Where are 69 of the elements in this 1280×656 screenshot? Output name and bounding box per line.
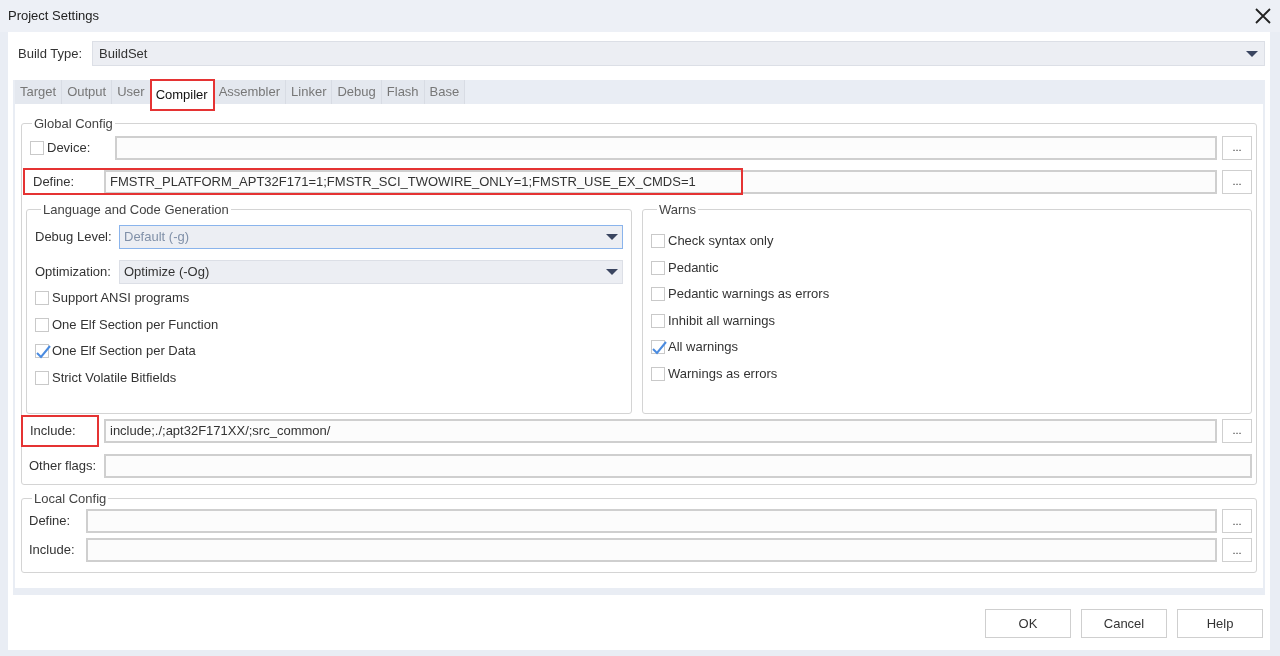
field-label: Other flags: xyxy=(28,456,98,475)
group-title: Local Config xyxy=(33,489,108,508)
browse-button[interactable]: ... xyxy=(1222,509,1252,533)
browse-button[interactable]: ... xyxy=(1222,538,1252,562)
field-label: Define: xyxy=(32,172,76,191)
checkbox-label: Check syntax only xyxy=(668,232,774,251)
checkbox[interactable] xyxy=(35,317,49,332)
browse-button[interactable]: ... xyxy=(1222,169,1252,194)
tab[interactable]: Debug xyxy=(332,80,382,104)
checkbox[interactable] xyxy=(651,313,665,328)
tab[interactable]: Assembler xyxy=(213,80,287,104)
checkbox-label: Pedantic xyxy=(668,258,719,277)
field-label: Build Type: xyxy=(18,44,84,63)
dropdown-value: Default (-g) xyxy=(124,228,190,247)
group-title: Language and Code Generation xyxy=(42,200,230,219)
dropdown[interactable]: BuildSet xyxy=(92,41,1265,66)
caret-icon xyxy=(606,269,618,275)
checkbox-label: Pedantic warnings as errors xyxy=(668,285,830,304)
caret-icon xyxy=(606,234,618,240)
tab[interactable]: Target xyxy=(15,80,63,104)
checkmark-icon xyxy=(652,341,667,355)
field-label: Optimization: xyxy=(35,263,112,282)
dropdown[interactable]: Optimize (-Og) xyxy=(119,260,623,284)
checkbox[interactable] xyxy=(35,344,49,358)
checkbox[interactable] xyxy=(651,260,665,275)
input-field[interactable]: FMSTR_PLATFORM_APT32F171=1;FMSTR_SCI_TWOWIRE_ONLY=1;FMSTR_USE_EX_CMDS=1 xyxy=(104,169,1217,194)
checkbox-label: One Elf Section per Function xyxy=(52,315,219,334)
window-title: Project Settings xyxy=(8,7,100,26)
input-field[interactable] xyxy=(104,453,1252,478)
field-label: Include: xyxy=(28,541,76,560)
checkbox[interactable] xyxy=(30,140,44,155)
tab[interactable]: Compiler xyxy=(150,80,214,110)
input-field[interactable]: include;./;apt32F171XX/;src_common/ xyxy=(104,418,1217,443)
group-title: Global Config xyxy=(33,115,114,133)
checkmark-icon xyxy=(36,345,51,359)
dialog-button[interactable]: Help xyxy=(1177,609,1263,638)
checkbox[interactable] xyxy=(651,340,665,354)
tab[interactable]: Output xyxy=(62,80,113,104)
checkbox[interactable] xyxy=(35,291,49,305)
tab[interactable]: Linker xyxy=(286,80,333,104)
tab[interactable]: Base xyxy=(424,80,466,104)
checkbox[interactable] xyxy=(651,366,665,381)
group-title: Warns xyxy=(658,200,698,219)
input-field[interactable] xyxy=(86,538,1217,562)
tab[interactable]: Flash xyxy=(381,80,425,104)
close-icon xyxy=(1255,8,1271,24)
dropdown-value: Optimize (-Og) xyxy=(124,263,210,282)
checkbox-label: One Elf Section per Data xyxy=(52,342,196,361)
dropdown-value: BuildSet xyxy=(99,44,148,63)
tab[interactable]: User xyxy=(112,80,151,104)
field-label: Define: xyxy=(28,512,72,531)
input-field[interactable] xyxy=(115,135,1217,160)
input-field[interactable] xyxy=(86,509,1217,533)
checkbox-label: Strict Volatile Bitfields xyxy=(52,368,177,387)
checkbox[interactable] xyxy=(651,234,665,248)
caret-icon xyxy=(1246,50,1258,57)
checkbox-label: Support ANSI programs xyxy=(52,289,190,308)
dialog-button[interactable]: Cancel xyxy=(1081,609,1167,638)
dialog-button[interactable]: OK xyxy=(985,609,1071,638)
browse-button[interactable]: ... xyxy=(1222,418,1252,443)
checkbox-label: Warnings as errors xyxy=(668,364,778,383)
field-label: Debug Level: xyxy=(35,228,113,247)
checkbox-label: Inhibit all warnings xyxy=(668,311,775,330)
checkbox[interactable] xyxy=(651,287,665,301)
browse-button[interactable]: ... xyxy=(1222,135,1252,160)
field-label: Include: xyxy=(21,414,99,447)
checkbox[interactable] xyxy=(35,370,49,385)
checkbox-label: All warnings xyxy=(668,338,739,357)
field-label: Device: xyxy=(47,138,91,157)
